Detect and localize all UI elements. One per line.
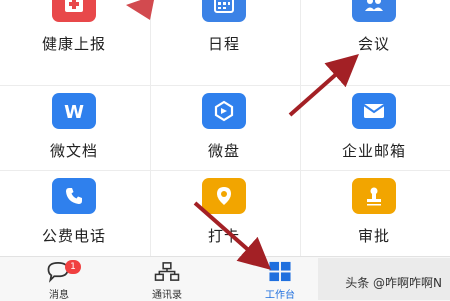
- app-label: 会议: [357, 35, 390, 53]
- mail-icon: [352, 93, 396, 129]
- tab-label: 通讯录: [152, 290, 182, 301]
- watermark-text: 头条 @咋啊咋啊N: [345, 276, 442, 290]
- app-checkin[interactable]: 打卡: [150, 178, 298, 263]
- app-paid-phone[interactable]: 公费电话: [0, 178, 148, 263]
- tab-workbench[interactable]: 工作台: [240, 257, 320, 301]
- calendar-icon: [202, 0, 246, 22]
- svg-text:W: W: [64, 102, 84, 122]
- app-approval[interactable]: 审批: [300, 178, 448, 263]
- document-w-icon: W: [52, 93, 96, 129]
- phone-icon: [52, 178, 96, 214]
- app-grid: 健康上报 日程 会议 W 微文档 微盘 企业邮箱 公费电话 打卡 审批: [0, 0, 450, 256]
- grid-divider: [0, 85, 450, 86]
- cloud-disk-icon: [202, 93, 246, 129]
- app-label: 微文档: [49, 142, 98, 160]
- approval-stamp-icon: [352, 178, 396, 214]
- tab-contacts[interactable]: 通讯录: [127, 257, 207, 301]
- app-label: 企业邮箱: [341, 142, 406, 160]
- app-health-report[interactable]: 健康上报: [0, 0, 148, 71]
- app-calendar[interactable]: 日程: [150, 0, 298, 71]
- checkin-location-icon: [202, 178, 246, 214]
- tab-messages[interactable]: 1 消息: [19, 257, 99, 301]
- tab-label: 消息: [49, 290, 69, 301]
- app-mail[interactable]: 企业邮箱: [300, 93, 448, 178]
- app-meeting[interactable]: 会议: [300, 0, 448, 71]
- meeting-icon: [352, 0, 396, 22]
- health-report-icon: [52, 0, 96, 22]
- app-label: 健康上报: [41, 35, 106, 53]
- tab-label: 工作台: [265, 290, 295, 301]
- unread-badge: 1: [65, 260, 81, 274]
- app-label: 打卡: [207, 227, 240, 245]
- org-chart-icon: [154, 262, 180, 281]
- app-weidisk[interactable]: 微盘: [150, 93, 298, 178]
- app-label: 公费电话: [41, 227, 106, 245]
- app-weidoc[interactable]: W 微文档: [0, 93, 148, 178]
- app-label: 微盘: [207, 142, 240, 160]
- app-label: 审批: [357, 227, 390, 245]
- app-label: 日程: [207, 35, 240, 53]
- grid-apps-icon: [269, 261, 291, 282]
